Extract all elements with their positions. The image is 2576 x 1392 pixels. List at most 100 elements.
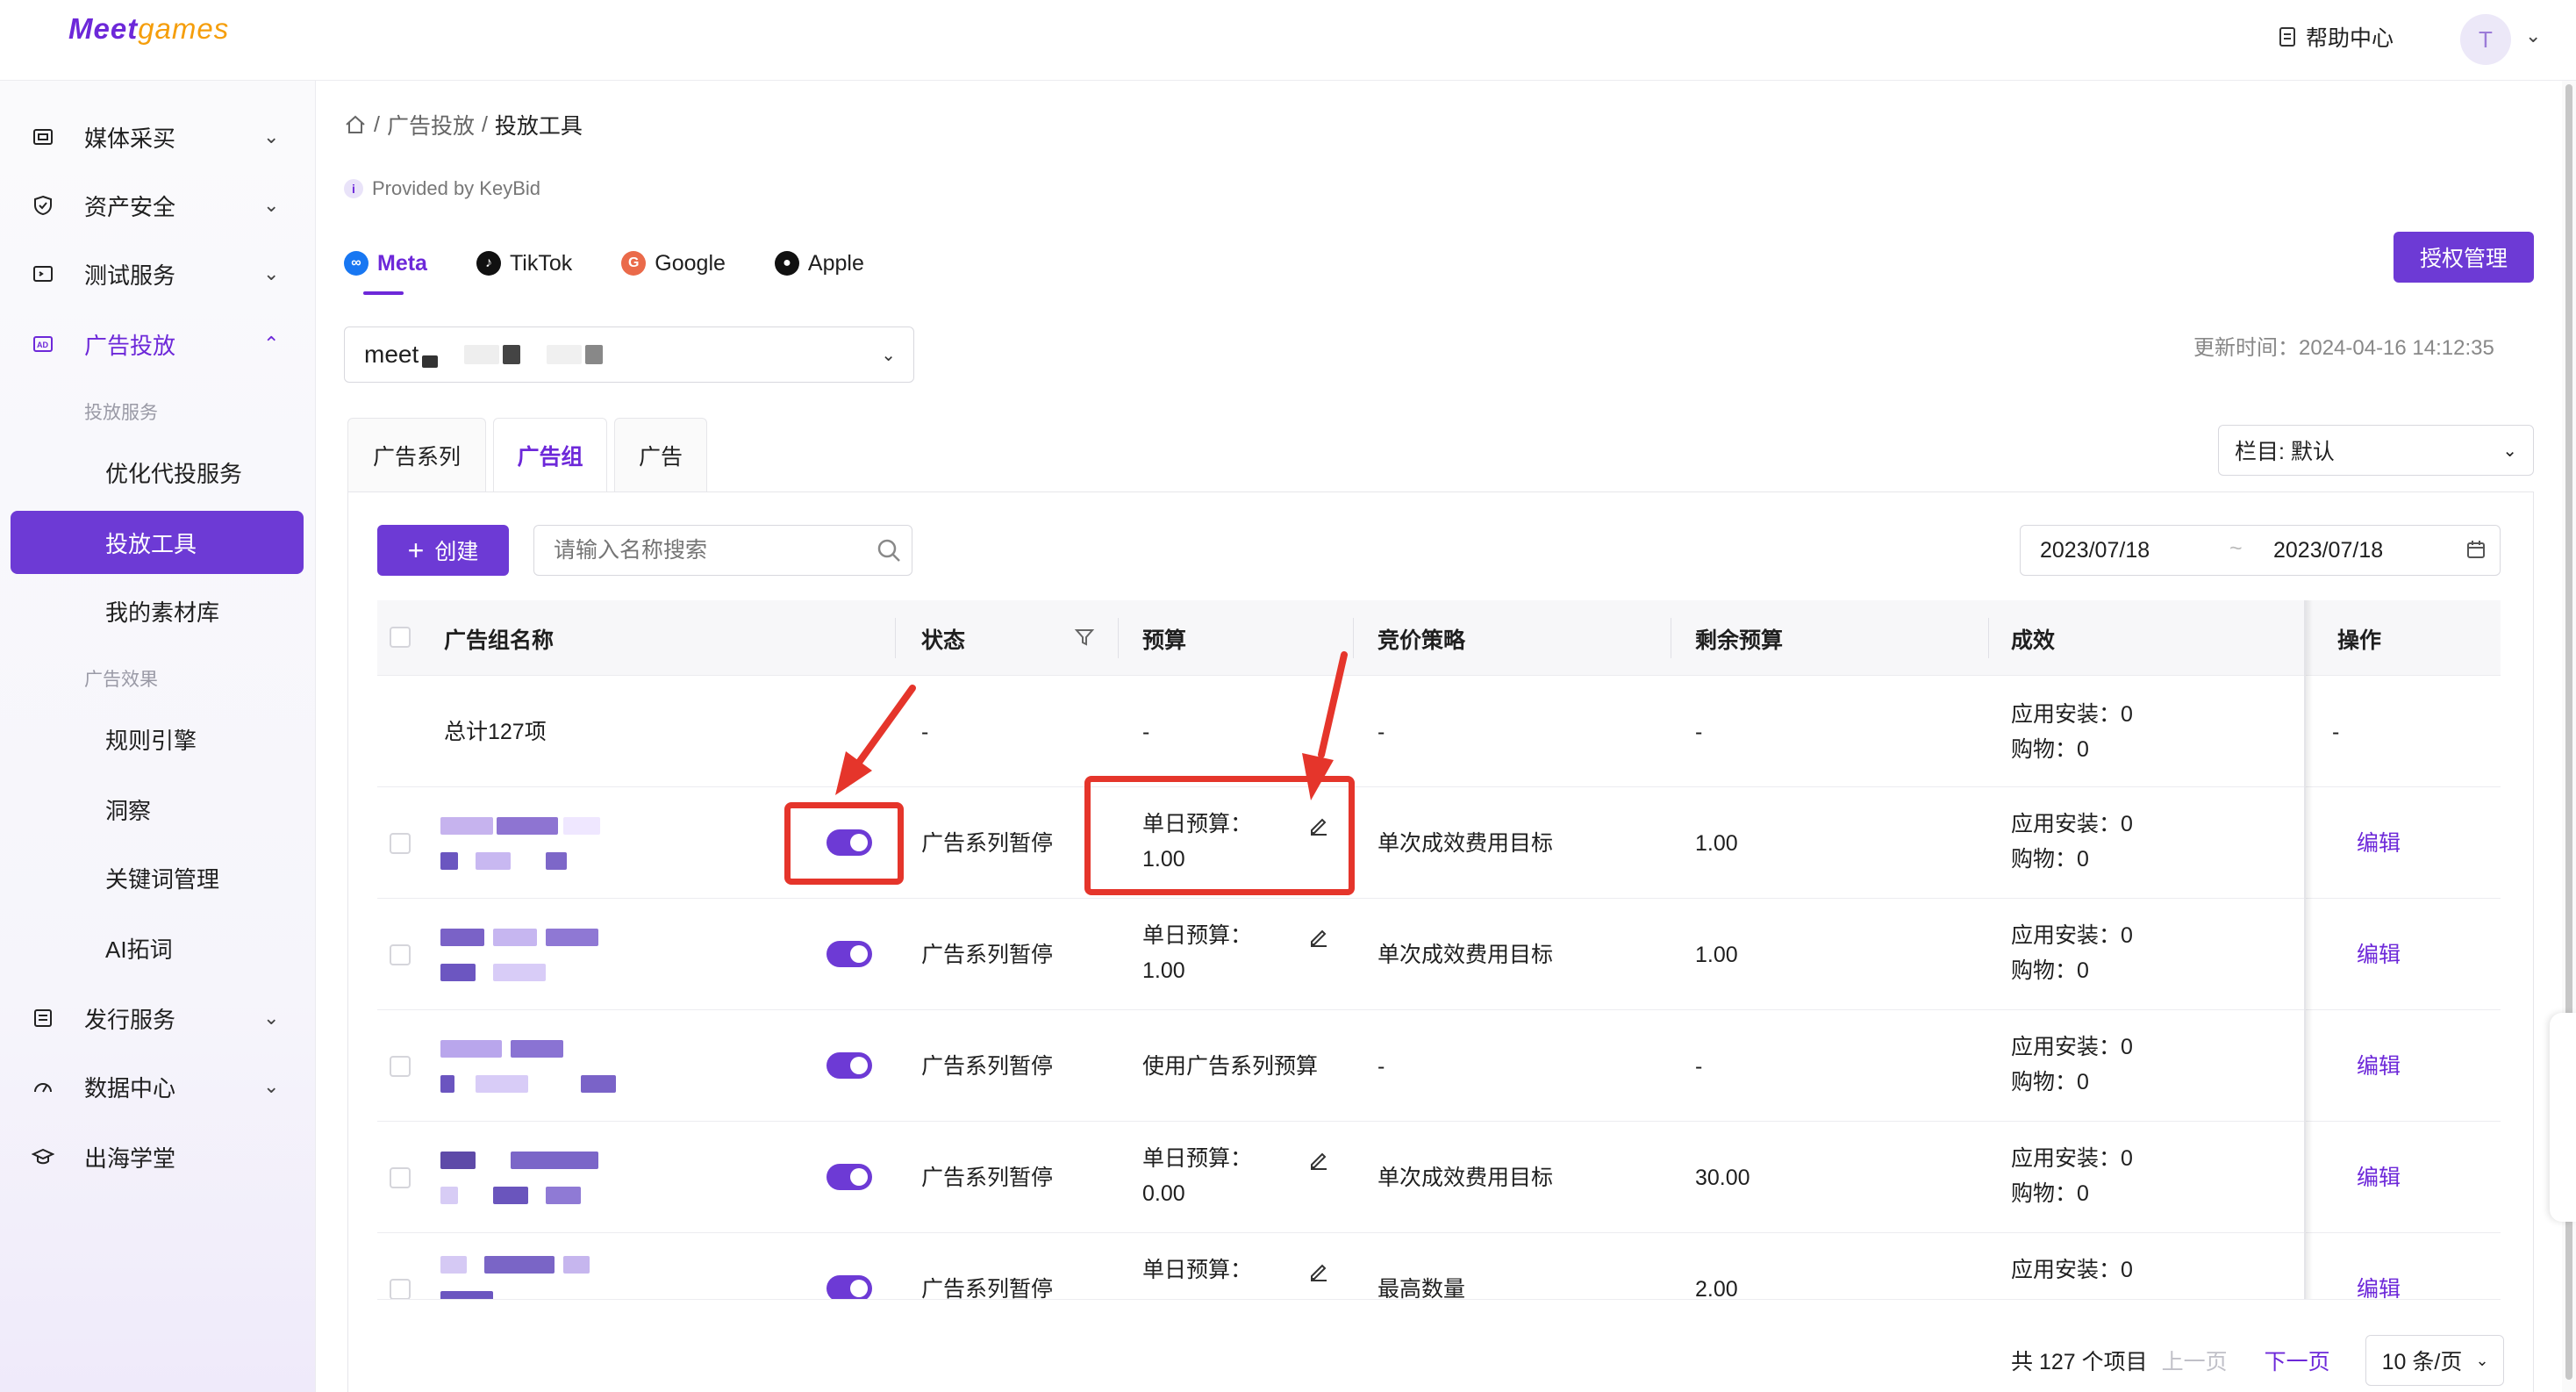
sidebar-item-academy[interactable]: 出海学堂 <box>0 1130 316 1183</box>
col-actions: 操作 <box>2337 628 2382 653</box>
sidebar-item-material-library[interactable]: 我的素材库 <box>0 585 316 637</box>
status-toggle[interactable] <box>826 1052 872 1079</box>
sidebar-item-optimize[interactable]: 优化代投服务 <box>0 446 316 499</box>
tiktok-icon: ♪ <box>476 251 501 276</box>
updated-time: 更新时间：2024-04-16 14:12:35 <box>2193 336 2494 360</box>
help-center-link[interactable]: 帮助中心 <box>2278 21 2394 53</box>
floating-side-toolbar[interactable] <box>2550 1013 2576 1222</box>
col-results: 成效 <box>2011 628 2056 653</box>
edit-link[interactable]: 编辑 <box>2357 1272 2401 1299</box>
create-button[interactable]: + 创建 <box>377 525 509 576</box>
columns-select[interactable]: 栏目: 默认 ⌄ <box>2218 425 2534 476</box>
info-icon: i <box>344 179 363 198</box>
redacted-text <box>464 345 500 364</box>
redacted-text <box>503 345 521 364</box>
top-bar: Meetgames 帮助中心 T ⌄ <box>0 0 2576 81</box>
tab-tiktok[interactable]: ♪ TikTok <box>476 244 572 283</box>
end-date[interactable]: 2023/07/18 <box>2273 538 2383 563</box>
edit-icon[interactable] <box>1307 1259 1330 1282</box>
sidebar-item-data-center[interactable]: 数据中心 ⌄ <box>0 1060 316 1113</box>
avatar[interactable]: T <box>2460 14 2511 65</box>
help-center-label: 帮助中心 <box>2306 26 2394 51</box>
table-row[interactable]: 广告系列暂停 单日预算： 0.00 单次成效费用目标 30.00 应用安装：0 … <box>377 1122 2501 1233</box>
apple-icon: ● <box>774 251 799 276</box>
table-header: 广告组名称 状态 预算 竞价策略 剩余预算 成效 操作 <box>377 600 2501 676</box>
chevron-down-icon: ⌄ <box>263 194 280 216</box>
meetgames-logo[interactable]: Meetgames <box>68 12 229 46</box>
page-size-select[interactable]: 10 条/页 ⌄ <box>2365 1335 2504 1386</box>
breadcrumb: / 广告投放 / 投放工具 <box>344 109 583 140</box>
row-checkbox[interactable] <box>390 1167 411 1188</box>
chevron-up-icon: ⌃ <box>263 333 280 355</box>
tab-ad[interactable]: 广告 <box>614 418 707 492</box>
home-icon[interactable] <box>344 114 367 135</box>
edit-icon[interactable] <box>1307 925 1330 948</box>
row-checkbox[interactable] <box>390 1279 411 1299</box>
sidebar-item-insight[interactable]: 洞察 <box>0 783 316 836</box>
row-checkbox[interactable] <box>390 944 411 965</box>
account-select[interactable]: meet ⌄ <box>344 326 914 383</box>
shield-icon <box>30 192 56 219</box>
status-toggle[interactable] <box>826 1164 872 1190</box>
breadcrumb-parent[interactable]: 广告投放 <box>387 109 475 140</box>
sidebar-item-test-service[interactable]: 测试服务 ⌄ <box>0 248 316 300</box>
level-tabs: 广告系列 广告组 广告 <box>347 418 714 492</box>
pagination-total: 共 127 个项目 <box>2011 1350 2148 1374</box>
sidebar-item-media-buy[interactable]: 媒体采买 ⌄ <box>0 111 316 163</box>
chevron-down-icon: ⌄ <box>2475 1351 2489 1369</box>
chevron-down-icon: ⌄ <box>263 126 280 147</box>
tab-campaign[interactable]: 广告系列 <box>347 418 486 492</box>
highlight-box-status-toggle <box>784 802 904 885</box>
edit-link[interactable]: 编辑 <box>2357 1160 2401 1195</box>
sidebar-item-delivery-tool[interactable]: 投放工具 <box>11 511 304 574</box>
table-row[interactable]: 广告系列暂停 使用广告系列预算 - - 应用安装：0 购物：0 编辑 <box>377 1010 2501 1122</box>
date-separator: ~ <box>2229 536 2243 561</box>
sidebar-item-rules-engine[interactable]: 规则引擎 <box>0 713 316 765</box>
edit-icon[interactable] <box>1307 1148 1330 1171</box>
status-toggle[interactable] <box>826 1275 872 1299</box>
start-date[interactable]: 2023/07/18 <box>2040 538 2150 563</box>
google-icon: G <box>621 251 647 276</box>
nav-group-effect: 广告效果 <box>84 670 158 690</box>
tab-meta[interactable]: ∞ Meta <box>344 244 427 295</box>
next-page-button[interactable]: 下一页 <box>2265 1345 2330 1376</box>
status-toggle[interactable] <box>826 941 872 967</box>
prev-page-button[interactable]: 上一页 <box>2162 1345 2228 1376</box>
tab-ad-group[interactable]: 广告组 <box>493 418 607 492</box>
col-remaining-budget: 剩余预算 <box>1695 628 1784 653</box>
tab-google[interactable]: G Google <box>621 244 726 283</box>
edit-link[interactable]: 编辑 <box>2357 937 2401 972</box>
sticky-column-shadow <box>2306 600 2313 1299</box>
row-checkbox[interactable] <box>390 1056 411 1077</box>
filter-icon[interactable] <box>1074 627 1095 648</box>
table-row[interactable]: 广告系列暂停 单日预算： 1.00 单次成效费用目标 1.00 应用安装：0 购… <box>377 899 2501 1010</box>
row-checkbox[interactable] <box>390 833 411 854</box>
chevron-down-icon: ⌄ <box>263 262 280 284</box>
calendar-icon[interactable] <box>2465 538 2487 561</box>
col-budget: 预算 <box>1142 628 1187 653</box>
sidebar-item-ai-keywords[interactable]: AI拓词 <box>0 922 316 974</box>
col-bid-strategy: 竞价策略 <box>1377 628 1466 653</box>
sidebar-item-ad-delivery[interactable]: AD 广告投放 ⌃ <box>0 318 316 370</box>
date-range-picker[interactable]: 2023/07/18 ~ 2023/07/18 <box>2020 525 2501 576</box>
sidebar-item-publish[interactable]: 发行服务 ⌄ <box>0 992 316 1044</box>
sidebar-item-asset-security[interactable]: 资产安全 ⌄ <box>0 179 316 232</box>
meta-icon: ∞ <box>344 251 369 276</box>
svg-text:AD: AD <box>37 341 48 349</box>
academy-icon <box>30 1144 56 1170</box>
table-row[interactable]: 广告系列暂停 单日预算： 1.00 单次成效费用目标 1.00 应用安装：0 购… <box>377 787 2501 899</box>
edit-link[interactable]: 编辑 <box>2357 1049 2401 1084</box>
select-all-checkbox[interactable] <box>390 627 411 648</box>
sidebar-item-keywords[interactable]: 关键词管理 <box>0 851 316 904</box>
edit-link[interactable]: 编辑 <box>2357 826 2401 861</box>
tab-apple[interactable]: ● Apple <box>774 244 864 283</box>
search-input[interactable] <box>533 525 912 576</box>
auth-management-button[interactable]: 授权管理 <box>2394 232 2534 283</box>
table-row[interactable]: 广告系列暂停 单日预算： 最高数量 2.00 应用安装：0 编辑 <box>377 1233 2501 1300</box>
provided-by-note: i Provided by KeyBid <box>344 177 540 200</box>
search-icon[interactable] <box>876 537 902 563</box>
chevron-down-icon[interactable]: ⌄ <box>2525 25 2541 47</box>
chevron-down-icon: ⌄ <box>2502 441 2517 461</box>
table-summary-row: 总计127项 - - - - 应用安装：0 购物：0 - <box>377 676 2501 787</box>
chevron-down-icon: ⌄ <box>881 345 896 365</box>
